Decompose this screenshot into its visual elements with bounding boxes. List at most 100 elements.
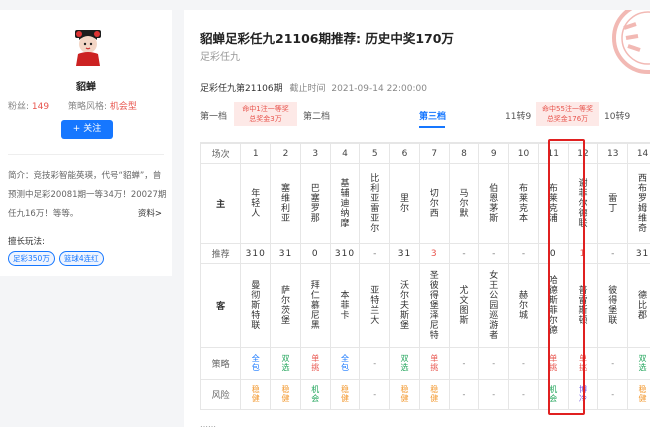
skill-tag[interactable]: 篮球4连红	[58, 251, 104, 266]
recommend-value: -	[492, 248, 496, 259]
home-team-cell[interactable]: 塞维利亚	[270, 163, 301, 244]
skill-tag[interactable]: 足彩350万	[8, 251, 55, 266]
match-index: 11	[537, 143, 569, 164]
away-team: 圣彼得堡泽尼特	[429, 270, 439, 341]
recommend-cell: -	[597, 243, 629, 264]
match-index: 14	[627, 143, 650, 164]
tab-tier-2[interactable]: 第二档	[303, 109, 330, 122]
away-team: 普雷斯顿	[578, 285, 588, 326]
strategy-value: 单挑	[549, 354, 558, 372]
risk-value: -	[492, 389, 496, 399]
risk-cell: 稳健	[270, 379, 301, 410]
home-team-cell[interactable]: 年轻人	[240, 163, 272, 244]
strategy-value: -	[373, 358, 377, 368]
away-team-cell[interactable]: 赫尔城	[508, 263, 539, 348]
away-team-cell[interactable]: 哈德斯菲尔德	[537, 263, 569, 348]
strategy-cell: 双选	[627, 347, 650, 380]
away-team-cell[interactable]: 尤文图斯	[448, 263, 480, 348]
recommend-value: -	[521, 248, 526, 259]
tab-10-to-9[interactable]: 10转9	[604, 109, 630, 122]
away-team-cell[interactable]: 曼彻斯特联	[240, 263, 272, 348]
risk-row: 风险 稳健 稳健 机会 稳健 - 稳健 稳健 - - - 机会 博冷 - 稳健	[199, 379, 650, 410]
away-team-cell[interactable]: 拜仁慕尼黑	[299, 263, 331, 348]
recommend-row: 推荐 310 31 0 310-31 3- - -0 1-31	[199, 243, 650, 264]
strategy-value: -	[462, 358, 466, 368]
home-team: 西布罗姆维奇	[638, 173, 648, 234]
recommend-cell: -	[359, 243, 391, 264]
away-team-cell[interactable]: 亚特兰大	[359, 263, 391, 348]
home-team-cell[interactable]: 雷丁	[597, 163, 629, 244]
away-team-cell[interactable]: 萨尔茨堡	[270, 263, 301, 348]
tab-tier-3[interactable]: 第三档	[419, 109, 446, 122]
away-team-cell[interactable]: 沃尔夫斯堡	[389, 263, 420, 348]
index-row-label: 场次	[199, 143, 242, 164]
home-team: 切尔西	[429, 188, 439, 219]
recommend-cell: 31	[627, 243, 650, 264]
recommend-value: -	[373, 248, 377, 259]
away-team-cell[interactable]: 彼得堡联	[597, 263, 629, 348]
recommend-value: 310	[334, 248, 356, 259]
away-team-cell[interactable]: 女王公园巡游者	[478, 263, 510, 348]
recommend-value: -	[462, 248, 466, 259]
strategy-row-label: 策略	[199, 347, 242, 380]
home-team: 雷丁	[608, 193, 618, 214]
fans-count: 149	[31, 102, 50, 112]
recommend-cell: -	[508, 243, 539, 264]
strategy-cell: 单挑	[299, 347, 331, 380]
follow-button[interactable]: + 关注	[61, 120, 113, 139]
risk-cell: -	[448, 379, 480, 410]
match-table: 场次 1 2 3 4 5 6 7 8 9 10 11 12 13 14 主年轻人 塞维利亚 巴塞罗那 基辅迪纳摩 比利…	[199, 142, 650, 422]
home-team-cell[interactable]: 布莱克本	[508, 163, 539, 244]
recommend-value: 31	[635, 248, 650, 259]
recommend-cell: 310	[329, 243, 361, 264]
profile-intro: 简介：竞技彩智能英瑛，代号“貂蝉”，曾预测中足彩20081期一等34万！2002…	[8, 167, 168, 224]
risk-value: 博冷	[578, 385, 587, 403]
risk-cell: 机会	[299, 379, 331, 410]
home-team-cell[interactable]: 布莱克浦	[537, 163, 569, 244]
home-team-cell[interactable]: 切尔西	[418, 163, 450, 244]
match-index: 12	[567, 143, 599, 164]
away-team-cell[interactable]: 本菲卡	[329, 263, 361, 348]
home-team: 比利亚雷亚尔	[370, 173, 380, 234]
away-team: 拜仁慕尼黑	[310, 280, 320, 331]
style-value: 机会型	[109, 102, 137, 112]
match-index: 13	[597, 143, 629, 164]
risk-cell: 稳健	[240, 379, 272, 410]
home-team-cell[interactable]: 谢菲尔德联	[567, 163, 599, 244]
risk-value: 机会	[549, 385, 558, 403]
intro-more-link[interactable]: 资料>	[138, 205, 162, 224]
home-team-cell[interactable]: 伯恩茅斯	[478, 163, 510, 244]
promo-line: 命中55注一等奖	[542, 105, 593, 113]
risk-cell: 稳健	[418, 379, 450, 410]
avatar[interactable]	[72, 30, 104, 66]
deadline-label: 截止时间	[289, 84, 326, 94]
home-team: 里尔	[399, 193, 409, 214]
risk-cell: 机会	[537, 379, 569, 410]
away-team-cell[interactable]: 德比郡	[627, 263, 650, 348]
home-team-cell[interactable]: 比利亚雷亚尔	[359, 163, 391, 244]
home-team-cell[interactable]: 巴塞罗那	[299, 163, 331, 244]
recommend-value: 0	[311, 248, 319, 259]
skills-title: 擅长玩法:	[8, 237, 45, 247]
home-row-label: 主	[199, 163, 242, 244]
promo-line: 命中1注一等奖	[242, 105, 289, 113]
home-team: 伯恩茅斯	[489, 183, 499, 224]
home-team-cell[interactable]: 马尔默	[448, 163, 480, 244]
home-team-cell[interactable]: 基辅迪纳摩	[329, 163, 361, 244]
home-team: 布莱克浦	[548, 183, 558, 224]
away-team: 亚特兰大	[370, 285, 380, 326]
away-team: 彼得堡联	[608, 285, 618, 326]
home-team-cell[interactable]: 里尔	[389, 163, 420, 244]
home-team-cell[interactable]: 西布罗姆维奇	[627, 163, 650, 244]
recommend-value: 31	[278, 248, 293, 259]
strategy-value: -	[611, 358, 615, 368]
strategy-cell: 全包	[329, 347, 361, 380]
tab-11-to-9[interactable]: 11转9	[505, 109, 531, 122]
away-team-cell[interactable]: 圣彼得堡泽尼特	[418, 263, 450, 348]
strategy-value: 全包	[251, 354, 260, 372]
tab-tier-1[interactable]: 第一档	[200, 109, 227, 122]
away-team-cell[interactable]: 普雷斯顿	[567, 263, 599, 348]
risk-cell: -	[597, 379, 629, 410]
strategy-value: 全包	[340, 354, 349, 372]
away-team: 赫尔城	[518, 290, 528, 321]
